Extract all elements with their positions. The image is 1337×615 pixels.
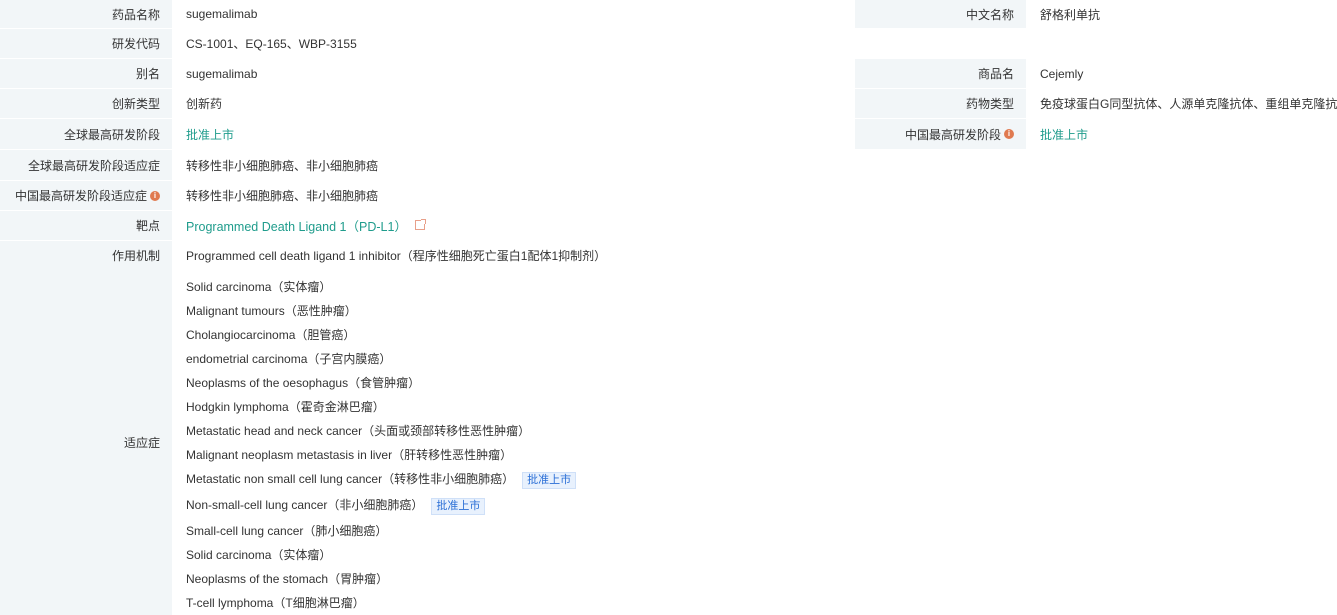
indication-text: Neoplasms of the oesophagus（食管肿瘤） xyxy=(186,376,421,390)
indication-text: Solid carcinoma（实体瘤） xyxy=(186,280,332,294)
indication-text: Hodgkin lymphoma（霍奇金淋巴瘤） xyxy=(186,400,385,414)
global-stage-indication-value: 转移性非小细胞肺癌、非小细胞肺癌 xyxy=(172,150,1337,180)
indications-label: 适应症 xyxy=(0,270,172,615)
indication-text: Metastatic non small cell lung cancer（转移… xyxy=(186,472,515,486)
drug-name-value: sugemalimab xyxy=(172,0,845,28)
rd-code-label: 研发代码 xyxy=(0,29,172,58)
mechanism-value: Programmed cell death ligand 1 inhibitor… xyxy=(172,241,1337,270)
indication-text: endometrial carcinoma（子宫内膜癌） xyxy=(186,352,392,366)
rd-code-value: CS-1001、EQ-165、WBP-3155 xyxy=(172,29,1337,58)
indication-text: Metastatic head and neck cancer（头面或颈部转移性… xyxy=(186,424,531,438)
info-icon[interactable]: i xyxy=(150,190,160,201)
indication-item: Malignant neoplasm metastasis in liver（肝… xyxy=(186,446,512,463)
indication-item: Solid carcinoma（实体瘤） xyxy=(186,278,331,295)
indication-item: Malignant tumours（恶性肿瘤） xyxy=(186,302,357,319)
china-stage-value: 批准上市 xyxy=(1026,119,1337,149)
indication-item: Neoplasms of the stomach（胃肿瘤） xyxy=(186,570,388,587)
row-alias: 别名 sugemalimab 商品名 Cejemly xyxy=(0,59,1337,88)
indication-text: T-cell lymphoma（T细胞淋巴瘤） xyxy=(186,596,365,610)
china-stage-indication-label: 中国最高研发阶段适应症 xyxy=(14,189,147,203)
row-drug-name: 药品名称 sugemalimab 中文名称 舒格利单抗 xyxy=(0,0,1337,28)
row-china-stage-indication: 中国最高研发阶段适应症 i 转移性非小细胞肺癌、非小细胞肺癌 xyxy=(0,181,1337,210)
indication-item: Cholangiocarcinoma（胆管癌） xyxy=(186,326,355,343)
approval-badge: 批准上市 xyxy=(431,498,486,515)
trade-name-label: 商品名 xyxy=(855,59,1026,88)
target-label: 靶点 xyxy=(0,211,172,240)
indication-item: Hodgkin lymphoma（霍奇金淋巴瘤） xyxy=(186,398,385,415)
indication-item: Metastatic head and neck cancer（头面或颈部转移性… xyxy=(186,422,530,439)
drug-type-value: 免疫球蛋白G同型抗体、人源单克隆抗体、重组单克隆抗体 xyxy=(1026,89,1337,118)
indication-text: Small-cell lung cancer（肺小细胞癌） xyxy=(186,524,388,538)
indication-item: Non-small-cell lung cancer（非小细胞肺癌） 批准上市 xyxy=(186,496,486,515)
row-highest-stage: 全球最高研发阶段 批准上市 中国最高研发阶段 i 批准上市 xyxy=(0,119,1337,149)
external-link-icon[interactable] xyxy=(414,218,426,230)
indications-section: 适应症 Solid carcinoma（实体瘤） Malignant tumour… xyxy=(0,270,1337,615)
indication-text: Neoplasms of the stomach（胃肿瘤） xyxy=(186,572,389,586)
global-stage-value: 批准上市 xyxy=(172,119,845,149)
row-target: 靶点 Programmed Death Ligand 1（PD-L1） xyxy=(0,211,1337,240)
china-stage-label: 中国最高研发阶段 xyxy=(904,127,1001,142)
alias-value: sugemalimab xyxy=(172,59,845,88)
china-stage-indication-label-cell: 中国最高研发阶段适应症 i xyxy=(0,181,172,210)
row-innovation-type: 创新类型 创新药 药物类型 免疫球蛋白G同型抗体、人源单克隆抗体、重组单克隆抗体 xyxy=(0,89,1337,118)
info-icon[interactable]: i xyxy=(1004,129,1014,139)
china-stage-label-cell: 中国最高研发阶段 i xyxy=(855,119,1026,149)
indication-item: Solid carcinoma（实体瘤） xyxy=(186,546,331,563)
indication-text: Cholangiocarcinoma（胆管癌） xyxy=(186,328,356,342)
indication-item: Metastatic non small cell lung cancer（转移… xyxy=(186,470,577,489)
indication-text: Solid carcinoma（实体瘤） xyxy=(186,548,332,562)
drug-name-label: 药品名称 xyxy=(0,0,172,28)
chinese-name-label: 中文名称 xyxy=(855,0,1026,28)
mechanism-label: 作用机制 xyxy=(0,241,172,270)
row-global-stage-indication: 全球最高研发阶段适应症 转移性非小细胞肺癌、非小细胞肺癌 xyxy=(0,150,1337,180)
trade-name-value: Cejemly xyxy=(1026,59,1337,88)
indication-item: Neoplasms of the oesophagus（食管肿瘤） xyxy=(186,374,420,391)
indication-text: Malignant neoplasm metastasis in liver（肝… xyxy=(186,448,513,462)
target-link[interactable]: Programmed Death Ligand 1（PD-L1） xyxy=(186,216,407,235)
global-stage-indication-label: 全球最高研发阶段适应症 xyxy=(0,150,172,180)
indications-list: Solid carcinoma（实体瘤） Malignant tumours（恶性… xyxy=(172,270,1337,615)
indication-text: Non-small-cell lung cancer（非小细胞肺癌） xyxy=(186,498,424,512)
indication-item: T-cell lymphoma（T细胞淋巴瘤） xyxy=(186,594,365,611)
target-value: Programmed Death Ligand 1（PD-L1） xyxy=(172,211,1337,240)
china-stage-indication-value: 转移性非小细胞肺癌、非小细胞肺癌 xyxy=(172,181,1337,210)
chinese-name-value: 舒格利单抗 xyxy=(1026,0,1337,28)
row-mechanism: 作用机制 Programmed cell death ligand 1 inhi… xyxy=(0,241,1337,270)
global-stage-label: 全球最高研发阶段 xyxy=(0,119,172,149)
innovation-type-label: 创新类型 xyxy=(0,89,172,118)
alias-label: 别名 xyxy=(0,59,172,88)
row-rd-code: 研发代码 CS-1001、EQ-165、WBP-3155 xyxy=(0,29,1337,58)
approval-badge: 批准上市 xyxy=(522,472,577,489)
china-stage-link[interactable]: 批准上市 xyxy=(1040,126,1088,143)
drug-type-label: 药物类型 xyxy=(855,89,1026,118)
global-stage-link[interactable]: 批准上市 xyxy=(186,126,234,143)
innovation-type-value: 创新药 xyxy=(172,89,845,118)
indication-text: Malignant tumours（恶性肿瘤） xyxy=(186,304,357,318)
indication-item: Small-cell lung cancer（肺小细胞癌） xyxy=(186,522,387,539)
indication-item: endometrial carcinoma（子宫内膜癌） xyxy=(186,350,391,367)
